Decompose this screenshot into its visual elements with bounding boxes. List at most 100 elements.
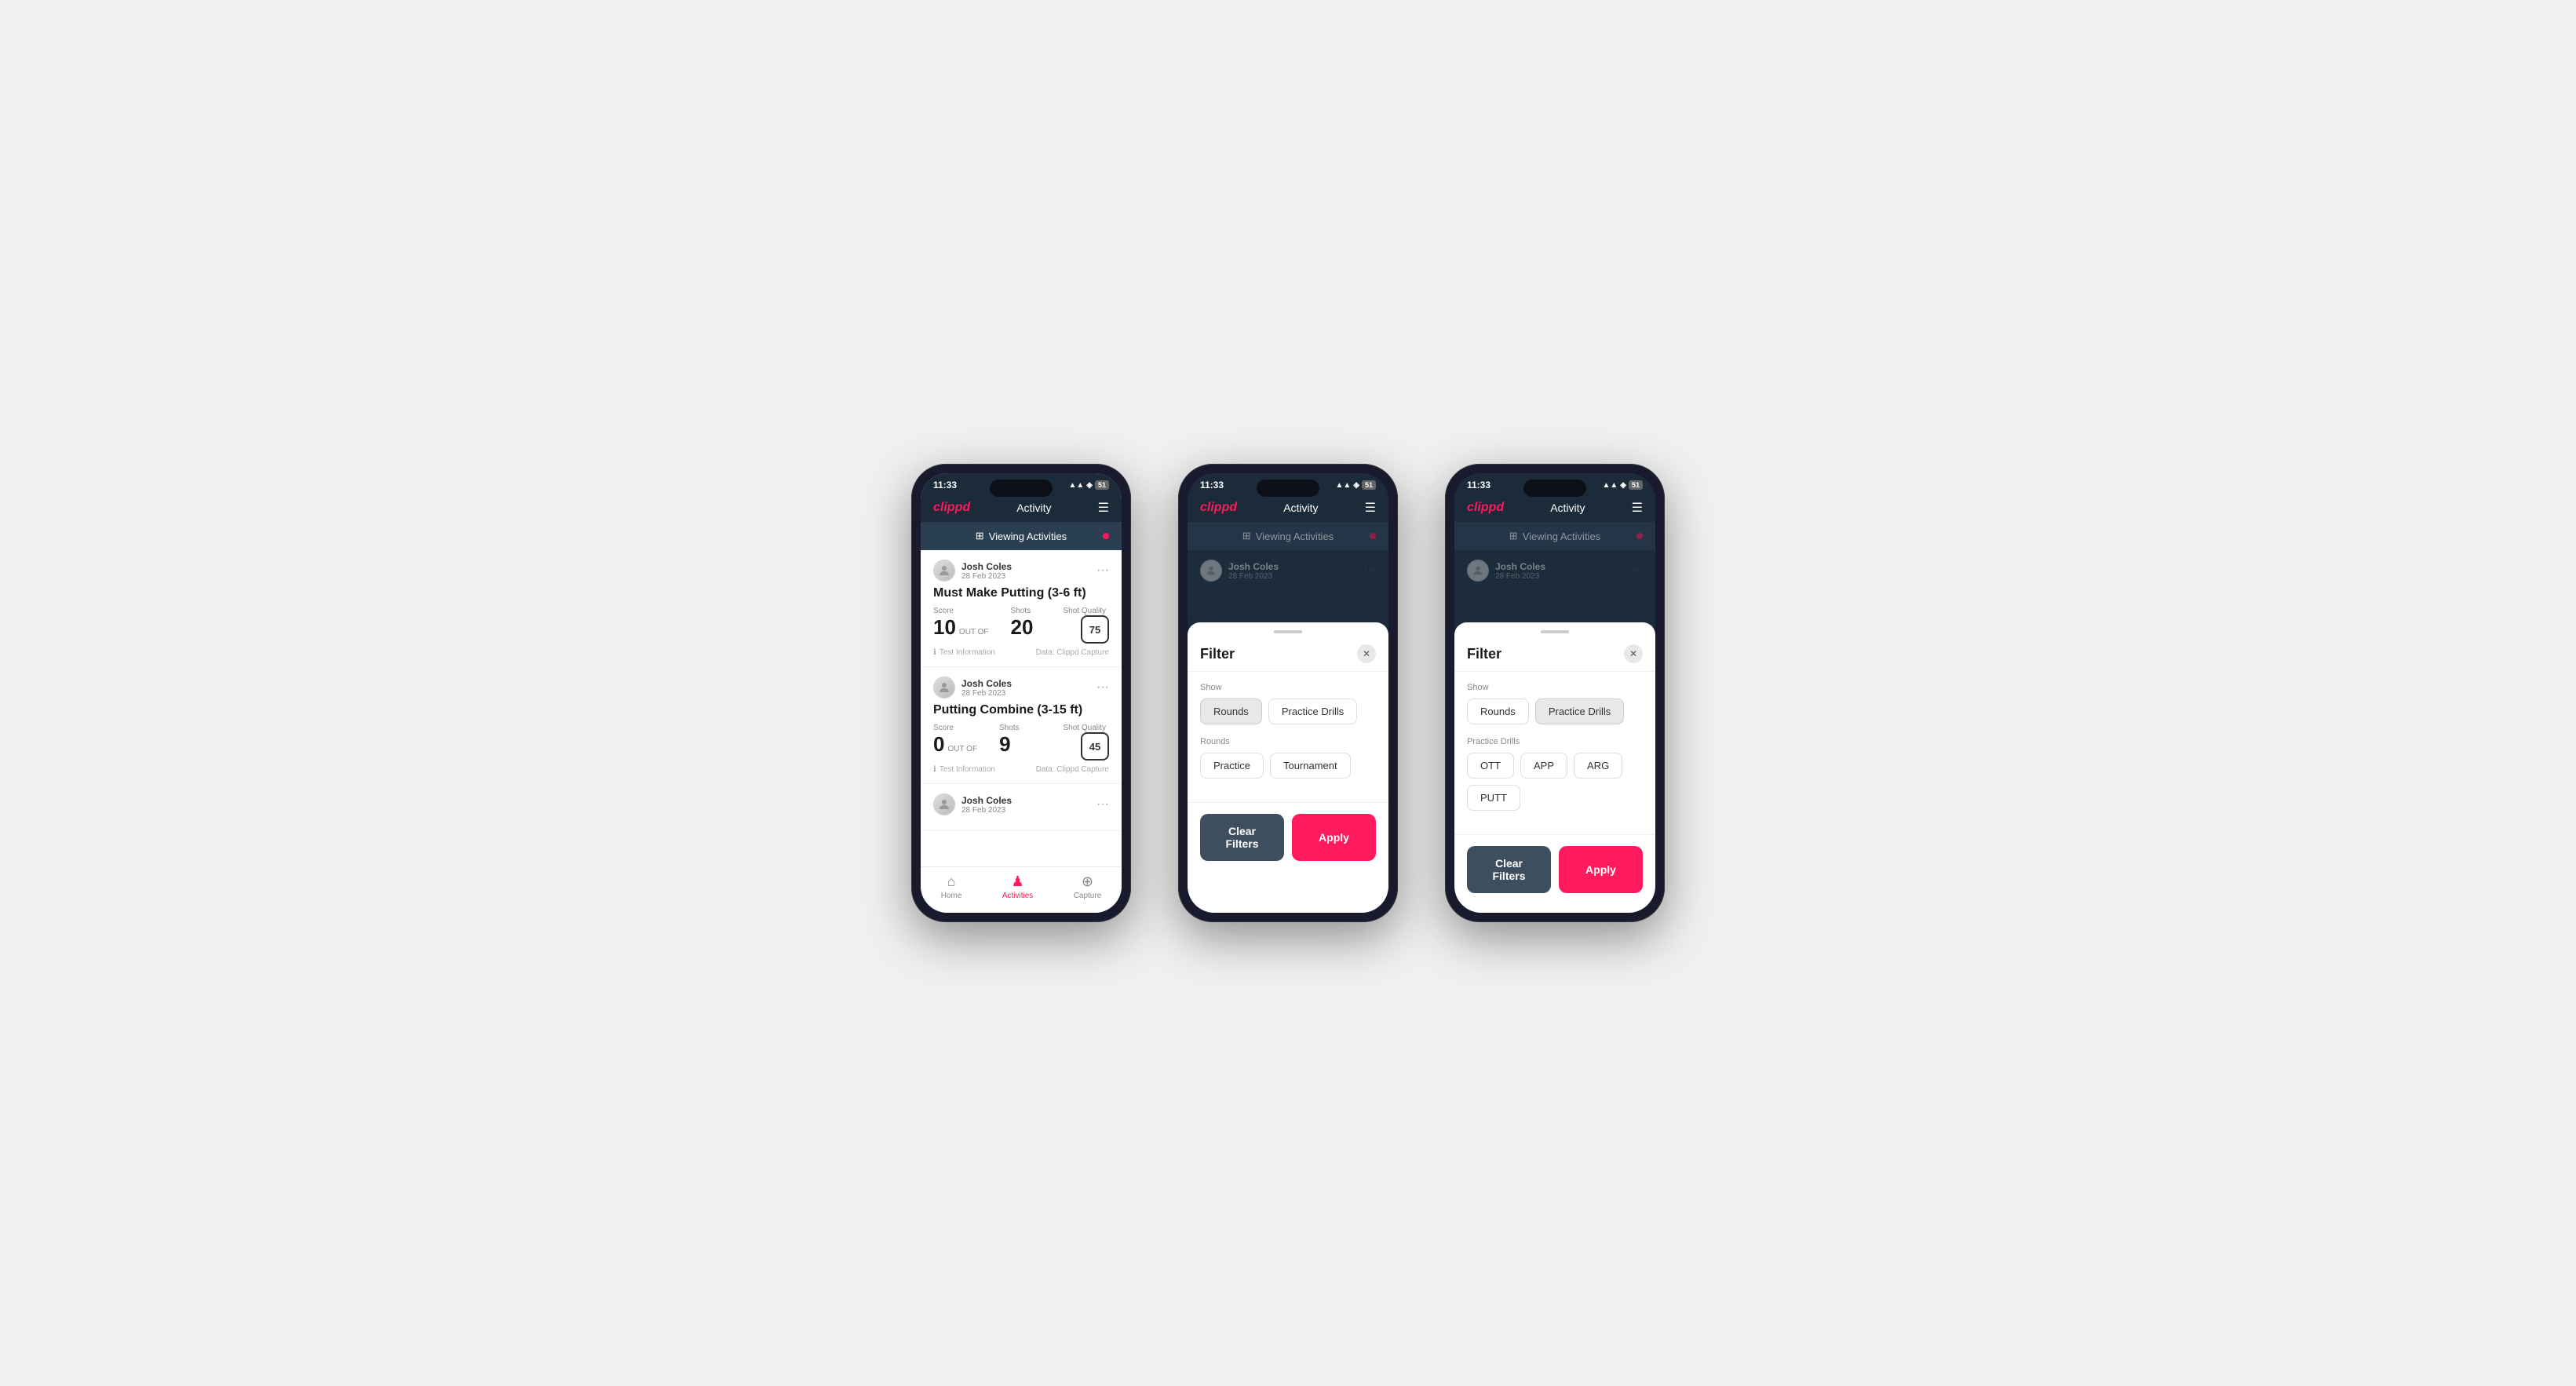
status-time-2: 11:33: [1200, 480, 1224, 491]
activity-card-2: Josh Coles 28 Feb 2023 ··· Putting Combi…: [921, 667, 1122, 784]
info-text-2: Test Information: [940, 765, 995, 774]
rounds-btn-2[interactable]: Rounds: [1200, 698, 1262, 724]
out-of-1: OUT OF: [959, 628, 989, 636]
banner-text-2: Viewing Activities: [1256, 531, 1334, 542]
stats-section-2: Score 0 OUT OF Shots 9: [933, 724, 1023, 757]
dimmed-user-2: Josh Coles 28 Feb 2023 ···: [1200, 560, 1376, 582]
putt-btn-3[interactable]: PUTT: [1467, 785, 1520, 811]
activities-icon: ♟: [1011, 874, 1023, 890]
user-details-3: Josh Coles 28 Feb 2023: [961, 795, 1012, 815]
banner-icon-2: ⊞: [1242, 530, 1251, 542]
ott-btn-3[interactable]: OTT: [1467, 753, 1514, 779]
apply-btn-2[interactable]: Apply: [1292, 814, 1376, 861]
card-header-1: Josh Coles 28 Feb 2023 ···: [933, 560, 1109, 582]
nav-bar-3: clippd Activity ☰: [1454, 494, 1655, 522]
tab-home-label: Home: [941, 892, 962, 900]
shots-label-1: Shots: [1011, 607, 1031, 615]
more-dots-2[interactable]: ···: [1096, 680, 1109, 695]
score-label-1: Score: [933, 607, 989, 615]
shot-quality-group-1: Shot Quality 75: [1064, 607, 1109, 644]
modal-body-3: Show Rounds Practice Drills Practice Dri…: [1454, 672, 1655, 834]
battery-icon-3: 51: [1629, 480, 1643, 490]
modal-header-3: Filter ✕: [1454, 633, 1655, 672]
phone-3: 11:33 ▲▲ ◈ 51 clippd Activity ☰ ⊞ Viewin…: [1445, 464, 1665, 922]
arg-btn-3[interactable]: ARG: [1574, 753, 1622, 779]
nav-title-1: Activity: [1016, 502, 1051, 514]
clear-filters-btn-3[interactable]: Clear Filters: [1467, 846, 1551, 893]
user-name-2: Josh Coles: [961, 678, 1012, 689]
user-date-3: 28 Feb 2023: [961, 806, 1012, 815]
more-dots-3[interactable]: ···: [1096, 797, 1109, 812]
user-info-3: Josh Coles 28 Feb 2023: [933, 793, 1012, 815]
modal-close-3[interactable]: ✕: [1624, 644, 1643, 663]
tournament-btn-2[interactable]: Tournament: [1270, 753, 1351, 779]
menu-icon-2[interactable]: ☰: [1365, 500, 1376, 516]
battery-icon: 51: [1095, 480, 1109, 490]
filter-modal-2: Filter ✕ Show Rounds Practice Drills Rou…: [1188, 622, 1388, 913]
dimmed-bg-2: Josh Coles 28 Feb 2023 ···: [1188, 550, 1388, 621]
sq-label-2: Shot Quality: [1064, 724, 1106, 732]
more-dots-1[interactable]: ···: [1096, 564, 1109, 578]
rounds-btn-3[interactable]: Rounds: [1467, 698, 1529, 724]
stats-section-1: Score 10 OUT OF Shots 20: [933, 607, 1034, 640]
shots-group-2: Shots 9: [999, 724, 1023, 757]
menu-icon-1[interactable]: ☰: [1098, 500, 1109, 516]
viewing-banner-3: ⊞ Viewing Activities: [1454, 522, 1655, 550]
sq-value-1: 75: [1081, 615, 1109, 644]
apply-btn-3[interactable]: Apply: [1559, 846, 1643, 893]
menu-icon-3[interactable]: ☰: [1632, 500, 1643, 516]
score-group-2: Score 0 OUT OF: [933, 724, 980, 757]
phone-3-screen: 11:33 ▲▲ ◈ 51 clippd Activity ☰ ⊞ Viewin…: [1454, 473, 1655, 913]
app-btn-3[interactable]: APP: [1520, 753, 1567, 779]
banner-icon-3: ⊞: [1509, 530, 1518, 542]
avatar-2: [933, 677, 955, 698]
banner-icon-1: ⊞: [976, 530, 984, 542]
viewing-banner-1[interactable]: ⊞ Viewing Activities: [921, 522, 1122, 550]
data-source-1: Data: Clippd Capture: [1036, 648, 1109, 657]
dimmed-user-3: Josh Coles 28 Feb 2023 ···: [1467, 560, 1643, 582]
activity-title-2: Putting Combine (3-15 ft): [933, 703, 1109, 717]
tab-activities-label: Activities: [1002, 892, 1033, 900]
home-icon: ⌂: [947, 874, 956, 890]
modal-close-2[interactable]: ✕: [1357, 644, 1376, 663]
tab-capture[interactable]: ⊕ Capture: [1074, 874, 1102, 900]
wifi-icon-3: ◈: [1620, 481, 1626, 490]
status-icons-3: ▲▲ ◈ 51: [1602, 480, 1643, 490]
info-icon-1: ℹ: [933, 648, 936, 657]
phone-1-screen: 11:33 ▲▲ ◈ 51 clippd Activity ☰ ⊞ Viewin…: [921, 473, 1122, 913]
user-info-1: Josh Coles 28 Feb 2023: [933, 560, 1012, 582]
practice-drills-label-3: Practice Drills: [1467, 737, 1643, 746]
data-source-2: Data: Clippd Capture: [1036, 765, 1109, 774]
avatar-img-1: [934, 560, 954, 581]
show-buttons-2: Rounds Practice Drills: [1200, 698, 1376, 724]
score-value-1: 10: [933, 615, 956, 640]
clear-filters-btn-2[interactable]: Clear Filters: [1200, 814, 1284, 861]
practice-btn-2[interactable]: Practice: [1200, 753, 1264, 779]
activity-list: Josh Coles 28 Feb 2023 ··· Must Make Put…: [921, 550, 1122, 876]
sq-label-1: Shot Quality: [1064, 607, 1106, 615]
logo-2: clippd: [1200, 501, 1237, 515]
activity-title-1: Must Make Putting (3-6 ft): [933, 586, 1109, 600]
signal-icon-2: ▲▲: [1335, 481, 1351, 490]
rounds-label-2: Rounds: [1200, 737, 1376, 746]
avatar-3: [933, 793, 955, 815]
score-value-2: 0: [933, 732, 944, 757]
card-header-3: Josh Coles 28 Feb 2023 ···: [933, 793, 1109, 815]
dynamic-island-2: [1257, 480, 1319, 497]
banner-text-1: Viewing Activities: [989, 531, 1067, 542]
score-value-group-1: 10 OUT OF: [933, 615, 992, 640]
tab-home[interactable]: ⌂ Home: [941, 874, 962, 900]
phone-2-screen: 11:33 ▲▲ ◈ 51 clippd Activity ☰ ⊞ Viewin…: [1188, 473, 1388, 913]
tab-activities[interactable]: ♟ Activities: [1002, 874, 1033, 900]
dimmed-name-2: Josh Coles 28 Feb 2023: [1228, 561, 1279, 581]
logo-3: clippd: [1467, 501, 1504, 515]
shots-label-2: Shots: [999, 724, 1020, 732]
modal-footer-2: Clear Filters Apply: [1188, 802, 1388, 877]
practice-drills-btn-2[interactable]: Practice Drills: [1268, 698, 1357, 724]
practice-drills-btn-3[interactable]: Practice Drills: [1535, 698, 1624, 724]
out-of-2: OUT OF: [947, 745, 977, 753]
user-date-2: 28 Feb 2023: [961, 689, 1012, 698]
shots-value-1: 20: [1011, 615, 1034, 639]
card-footer-2: ℹ Test Information Data: Clippd Capture: [933, 765, 1109, 774]
user-date-1: 28 Feb 2023: [961, 572, 1012, 581]
